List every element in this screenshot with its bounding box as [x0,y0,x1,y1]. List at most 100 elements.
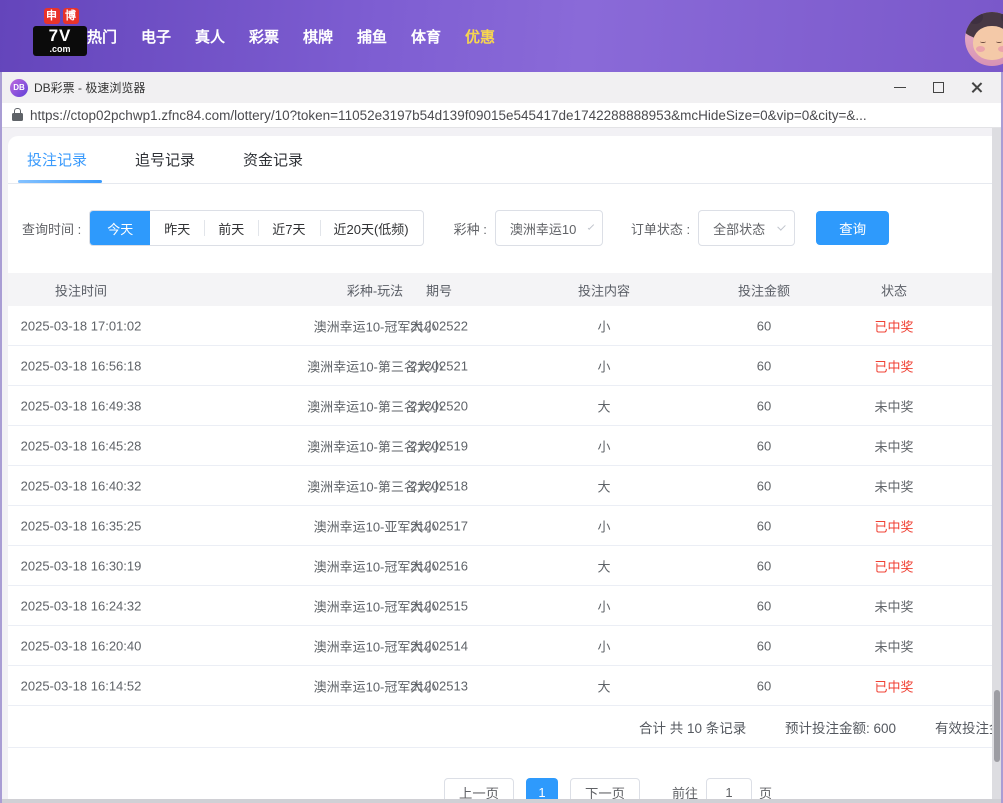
nav-item-8[interactable]: 优惠 [464,26,496,47]
cell-issue: 21202516 [410,558,468,573]
table-row: 2025-03-18 16:20:40 澳洲幸运10-冠军大小 21202514 小 6… [8,626,1001,666]
time-option-5[interactable]: 近20天(低频) [319,211,423,245]
cell-issue: 21202518 [410,478,468,493]
table-row: 2025-03-18 17:01:02 澳洲幸运10-冠军大小 21202522 小 6… [8,306,1001,346]
cell-time: 2025-03-18 16:30:19 [20,558,142,573]
tab-3[interactable]: 资金记录 [243,149,305,170]
maximize-button[interactable] [919,72,957,103]
cell-amount: 60 [756,558,772,573]
nav-item-5[interactable]: 棋牌 [302,26,334,47]
vertical-scrollbar[interactable] [992,128,1001,799]
cell-amount: 60 [756,518,772,533]
cell-time: 2025-03-18 16:56:18 [20,358,142,373]
minimize-icon [894,87,906,88]
lock-icon [12,107,23,121]
cell-time: 2025-03-18 16:35:25 [20,518,142,533]
cell-status: 未中奖 [874,639,914,654]
nav-item-7[interactable]: 体育 [410,26,442,47]
cell-status: 未中奖 [874,399,914,414]
cell-amount: 60 [756,318,772,333]
table-row: 2025-03-18 16:14:52 澳洲幸运10-冠军大小 21202513 大 6… [8,666,1001,706]
nav-item-6[interactable]: 捕鱼 [356,26,388,47]
tab-2[interactable]: 追号记录 [135,149,197,170]
column-header-2: 彩种-玩法 [346,283,404,298]
table-row: 2025-03-18 16:49:38 澳洲幸运10-第三名大小 21202520 大… [8,386,1001,426]
lottery-select[interactable]: 澳洲幸运10 [494,210,603,246]
table-row: 2025-03-18 16:45:28 澳洲幸运10-第三名大小 21202519 小… [8,426,1001,466]
cell-time: 2025-03-18 16:20:40 [20,638,142,653]
site-logo[interactable]: 申 博 7V .com [33,8,89,60]
time-option-2[interactable]: 昨天 [150,211,204,245]
cell-content: 小 [597,319,611,334]
maximize-icon [932,82,944,93]
user-avatar[interactable] [965,12,1003,66]
summary-row: 合计 共 10 条记录 预计投注金额: 600 有效投注金额 [8,706,1001,748]
cell-content: 大 [597,479,611,494]
cell-amount: 60 [756,478,772,493]
table-row: 2025-03-18 16:30:19 澳洲幸运10-冠军大小 21202516 大 6… [8,546,1001,586]
cell-content: 小 [597,359,611,374]
cell-amount: 60 [756,678,772,693]
logo-sub-text: .com [49,44,71,54]
nav-item-2[interactable]: 电子 [140,26,172,47]
chevron-down-icon [777,221,786,231]
time-option-4[interactable]: 近7天 [258,211,319,245]
cell-content: 大 [597,559,611,574]
nav-item-3[interactable]: 真人 [194,26,226,47]
time-option-3[interactable]: 前天 [204,211,258,245]
close-button[interactable] [957,72,995,103]
cell-time: 2025-03-18 16:49:38 [20,398,142,413]
nav-item-1[interactable]: 热门 [86,26,118,47]
cell-content: 小 [597,439,611,454]
main-nav: 热门 电子 真人 彩票 棋牌 捕鱼 体育 优惠 [86,0,496,72]
cell-amount: 60 [756,358,772,373]
record-tabs: 投注记录 追号记录 资金记录 [8,136,1001,184]
cell-status: 已中奖 [874,559,914,574]
column-header-3: 期号 [425,283,453,298]
time-option-1[interactable]: 今天 [90,211,151,245]
window-bottom-frame [2,799,1001,803]
nav-item-4[interactable]: 彩票 [248,26,280,47]
avatar-eye-left [980,40,986,43]
close-icon [970,81,983,94]
cell-content: 大 [597,399,611,414]
address-bar[interactable]: https://ctop02pchwp1.zfnc84.com/lottery/… [2,103,1001,128]
avatar-eye-right [996,40,1002,43]
order-status-select[interactable]: 全部状态 [698,210,796,246]
minimize-button[interactable] [881,72,919,103]
cell-status: 未中奖 [874,599,914,614]
cell-issue: 21202522 [410,318,468,333]
cell-time: 2025-03-18 16:24:32 [20,598,142,613]
table-row: 2025-03-18 16:24:32 澳洲幸运10-冠军大小 21202515 小 6… [8,586,1001,626]
cell-issue: 21202521 [410,358,468,373]
window-title: DB彩票 - 极速浏览器 [34,81,146,95]
records-card: 投注记录 追号记录 资金记录 查询时间 : 今天 昨天 前天 近7天 近20天(低频) 彩种… [8,136,1001,803]
cell-status: 已中奖 [874,359,914,374]
cell-amount: 60 [756,438,772,453]
cell-content: 大 [597,679,611,694]
filter-bar: 查询时间 : 今天 昨天 前天 近7天 近20天(低频) 彩种 : 澳洲幸运10 订单状… [22,210,1001,246]
browser-window: DB DB彩票 - 极速浏览器 https://ctop02pchwp1.zfn… [0,72,1003,803]
cell-issue: 21202520 [410,398,468,413]
cell-amount: 60 [756,398,772,413]
logo-badge-right: 博 [62,8,79,24]
tab-1[interactable]: 投注记录 [27,149,89,170]
cell-issue: 21202517 [410,518,468,533]
cell-issue: 21202519 [410,438,468,453]
avatar-blush-left [976,46,985,52]
cell-time: 2025-03-18 16:45:28 [20,438,142,453]
logo-badge-left: 申 [43,8,60,24]
scrollbar-thumb[interactable] [993,690,1000,762]
search-button[interactable]: 查询 [816,211,890,245]
lottery-filter-label: 彩种 : [453,221,487,237]
lottery-select-value: 澳洲幸运10 [509,221,577,237]
cell-time: 2025-03-18 16:14:52 [20,678,142,693]
cell-time: 2025-03-18 17:01:02 [20,318,142,333]
cell-issue: 21202513 [410,678,468,693]
time-filter-label: 查询时间 : [22,221,82,237]
cell-status: 未中奖 [874,479,914,494]
cell-status: 已中奖 [874,319,914,334]
url-text[interactable]: https://ctop02pchwp1.zfnc84.com/lottery/… [30,108,990,123]
chevron-down-icon [588,222,595,230]
status-filter-label: 订单状态 : [630,221,691,237]
